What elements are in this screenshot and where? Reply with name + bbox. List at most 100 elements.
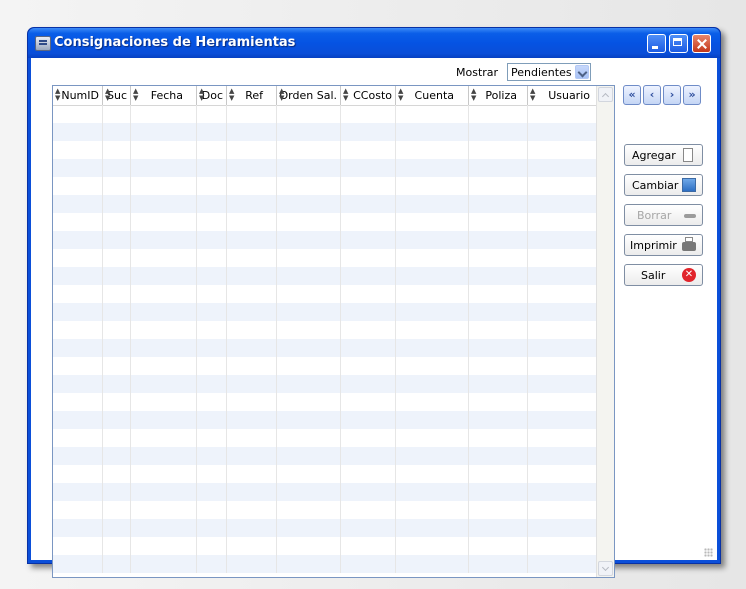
table-cell[interactable] <box>277 447 341 465</box>
table-cell[interactable] <box>277 285 341 303</box>
table-cell[interactable] <box>197 519 227 537</box>
table-cell[interactable] <box>227 429 277 447</box>
table-cell[interactable] <box>277 537 341 555</box>
table-row[interactable] <box>53 483 598 501</box>
table-cell[interactable] <box>197 105 227 123</box>
table-cell[interactable] <box>469 519 528 537</box>
table-cell[interactable] <box>103 123 131 141</box>
table-cell[interactable] <box>227 321 277 339</box>
table-cell[interactable] <box>131 195 197 213</box>
table-cell[interactable] <box>277 501 341 519</box>
sort-icon[interactable]: ▲ ▼ <box>398 88 403 102</box>
table-cell[interactable] <box>197 249 227 267</box>
table-cell[interactable] <box>103 357 131 375</box>
table-cell[interactable] <box>131 357 197 375</box>
table-cell[interactable] <box>396 429 469 447</box>
table-cell[interactable] <box>53 303 103 321</box>
table-cell[interactable] <box>227 195 277 213</box>
table-cell[interactable] <box>469 285 528 303</box>
table-cell[interactable] <box>396 105 469 123</box>
table-cell[interactable] <box>53 141 103 159</box>
table-cell[interactable] <box>528 447 598 465</box>
table-cell[interactable] <box>396 195 469 213</box>
table-cell[interactable] <box>277 321 341 339</box>
table-cell[interactable] <box>53 429 103 447</box>
table-cell[interactable] <box>528 393 598 411</box>
table-cell[interactable] <box>53 231 103 249</box>
table-cell[interactable] <box>528 339 598 357</box>
table-cell[interactable] <box>277 159 341 177</box>
first-record-button[interactable]: « <box>623 85 641 105</box>
table-cell[interactable] <box>53 213 103 231</box>
table-cell[interactable] <box>227 231 277 249</box>
table-cell[interactable] <box>341 537 396 555</box>
table-cell[interactable] <box>103 411 131 429</box>
table-cell[interactable] <box>197 303 227 321</box>
table-cell[interactable] <box>197 465 227 483</box>
table-cell[interactable] <box>469 537 528 555</box>
table-cell[interactable] <box>396 357 469 375</box>
table-cell[interactable] <box>131 177 197 195</box>
table-cell[interactable] <box>53 465 103 483</box>
table-cell[interactable] <box>396 249 469 267</box>
table-cell[interactable] <box>528 213 598 231</box>
table-cell[interactable] <box>528 249 598 267</box>
sort-icon[interactable]: ▲ ▼ <box>55 88 60 102</box>
table-cell[interactable] <box>103 429 131 447</box>
table-cell[interactable] <box>277 231 341 249</box>
table-cell[interactable] <box>197 537 227 555</box>
table-cell[interactable] <box>197 447 227 465</box>
table-cell[interactable] <box>103 555 131 573</box>
table-cell[interactable] <box>103 465 131 483</box>
table-cell[interactable] <box>469 555 528 573</box>
table-cell[interactable] <box>103 501 131 519</box>
table-cell[interactable] <box>53 267 103 285</box>
sort-icon[interactable]: ▲ ▼ <box>279 88 284 102</box>
table-cell[interactable] <box>469 429 528 447</box>
table-cell[interactable] <box>277 429 341 447</box>
table-cell[interactable] <box>341 321 396 339</box>
table-cell[interactable] <box>103 213 131 231</box>
table-cell[interactable] <box>469 177 528 195</box>
table-cell[interactable] <box>277 267 341 285</box>
table-cell[interactable] <box>227 411 277 429</box>
sort-icon[interactable]: ▲ ▼ <box>530 88 535 102</box>
table-cell[interactable] <box>131 267 197 285</box>
table-cell[interactable] <box>396 159 469 177</box>
table-cell[interactable] <box>341 375 396 393</box>
table-cell[interactable] <box>227 339 277 357</box>
table-cell[interactable] <box>341 213 396 231</box>
table-cell[interactable] <box>53 321 103 339</box>
table-cell[interactable] <box>53 393 103 411</box>
table-cell[interactable] <box>469 231 528 249</box>
table-cell[interactable] <box>103 321 131 339</box>
table-cell[interactable] <box>197 123 227 141</box>
table-cell[interactable] <box>103 195 131 213</box>
table-cell[interactable] <box>469 303 528 321</box>
table-cell[interactable] <box>227 213 277 231</box>
table-cell[interactable] <box>227 177 277 195</box>
table-cell[interactable] <box>528 357 598 375</box>
table-cell[interactable] <box>396 303 469 321</box>
table-cell[interactable] <box>227 303 277 321</box>
table-cell[interactable] <box>528 303 598 321</box>
table-row[interactable] <box>53 519 598 537</box>
previous-record-button[interactable]: ‹ <box>643 85 661 105</box>
table-cell[interactable] <box>528 231 598 249</box>
scroll-up-icon[interactable] <box>598 87 613 102</box>
table-cell[interactable] <box>528 267 598 285</box>
table-cell[interactable] <box>131 537 197 555</box>
table-row[interactable] <box>53 105 598 123</box>
column-header-cuenta[interactable]: ▲ ▼ Cuenta <box>396 86 469 105</box>
table-row[interactable] <box>53 213 598 231</box>
table-cell[interactable] <box>53 555 103 573</box>
table-cell[interactable] <box>103 159 131 177</box>
table-cell[interactable] <box>131 483 197 501</box>
table-cell[interactable] <box>103 393 131 411</box>
consignaciones-table[interactable]: ▲ ▼ NumID ▲ ▼ Suc ▲ ▼ Fecha ▲ ▼ Doc ▲ ▼ Ref ▲ ▼ Orde… <box>52 85 615 578</box>
table-cell[interactable] <box>197 195 227 213</box>
table-cell[interactable] <box>396 501 469 519</box>
table-cell[interactable] <box>227 447 277 465</box>
table-cell[interactable] <box>131 465 197 483</box>
table-cell[interactable] <box>341 177 396 195</box>
